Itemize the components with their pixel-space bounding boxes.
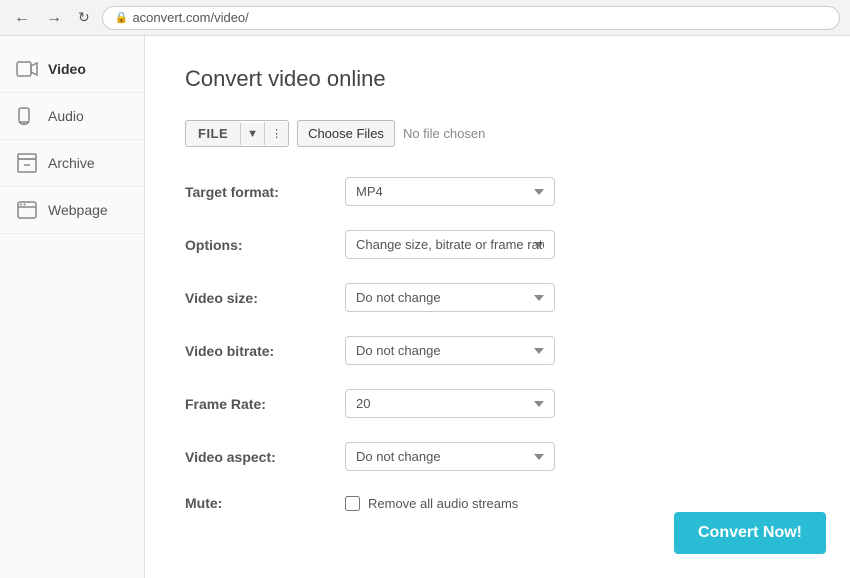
video-aspect-select[interactable]: Do not change — [345, 442, 555, 471]
file-more-button[interactable]: ⋮ — [264, 122, 288, 145]
video-aspect-label: Video aspect: — [185, 449, 345, 465]
convert-btn-container: Convert Now! — [674, 512, 826, 554]
forward-button[interactable]: → — [42, 7, 66, 29]
main-content: Convert video online FILE ▼ ⋮ Choose Fil… — [145, 36, 850, 578]
convert-now-button[interactable]: Convert Now! — [674, 512, 826, 554]
sidebar-label-video: Video — [48, 61, 86, 77]
mute-checkbox[interactable] — [345, 496, 360, 511]
video-icon — [16, 58, 38, 80]
file-dropdown-button[interactable]: ▼ — [240, 123, 264, 145]
frame-rate-row: Frame Rate: 20 — [185, 389, 810, 418]
video-size-select[interactable]: Do not change — [345, 283, 555, 312]
options-select[interactable]: Change size, bitrate or frame rate — [345, 230, 555, 259]
sidebar-item-webpage[interactable]: Webpage — [0, 187, 144, 234]
target-format-label: Target format: — [185, 184, 345, 200]
page-title: Convert video online — [185, 66, 810, 92]
video-size-row: Video size: Do not change — [185, 283, 810, 312]
sidebar-label-webpage: Webpage — [48, 202, 108, 218]
sidebar-item-archive[interactable]: Archive — [0, 140, 144, 187]
sidebar-label-archive: Archive — [48, 155, 95, 171]
choose-files-button[interactable]: Choose Files — [297, 120, 395, 147]
back-button[interactable]: ← — [10, 7, 34, 29]
sidebar-item-video[interactable]: Video — [0, 46, 144, 93]
audio-icon — [16, 105, 38, 127]
refresh-button[interactable]: ↻ — [74, 7, 94, 28]
video-size-label: Video size: — [185, 290, 345, 306]
url-text: aconvert.com/video/ — [132, 10, 248, 25]
file-btn-group: FILE ▼ ⋮ — [185, 120, 289, 147]
frame-rate-select[interactable]: 20 — [345, 389, 555, 418]
archive-icon — [16, 152, 38, 174]
browser-chrome: ← → ↻ 🔒 aconvert.com/video/ — [0, 0, 850, 36]
target-format-select[interactable]: MP4 — [345, 177, 555, 206]
file-input-row: FILE ▼ ⋮ Choose Files No file chosen — [185, 120, 810, 147]
app-body: Video Audio Archive — [0, 36, 850, 578]
mute-checkbox-label: Remove all audio streams — [368, 496, 518, 511]
video-aspect-row: Video aspect: Do not change — [185, 442, 810, 471]
lock-icon: 🔒 — [115, 11, 129, 24]
video-bitrate-select[interactable]: Do not change — [345, 336, 555, 365]
sidebar: Video Audio Archive — [0, 36, 145, 578]
no-file-text: No file chosen — [403, 126, 485, 141]
options-label: Options: — [185, 237, 345, 253]
target-format-row: Target format: MP4 — [185, 177, 810, 206]
video-bitrate-label: Video bitrate: — [185, 343, 345, 359]
webpage-icon — [16, 199, 38, 221]
options-row: Options: Change size, bitrate or frame r… — [185, 230, 810, 259]
mute-row: Mute: Remove all audio streams — [185, 495, 810, 511]
main-wrapper: Convert video online FILE ▼ ⋮ Choose Fil… — [145, 36, 850, 578]
sidebar-label-audio: Audio — [48, 108, 84, 124]
sidebar-item-audio[interactable]: Audio — [0, 93, 144, 140]
video-bitrate-row: Video bitrate: Do not change — [185, 336, 810, 365]
file-label-button[interactable]: FILE — [186, 121, 240, 146]
frame-rate-label: Frame Rate: — [185, 396, 345, 412]
address-bar[interactable]: 🔒 aconvert.com/video/ — [102, 6, 840, 30]
mute-label: Mute: — [185, 495, 345, 511]
